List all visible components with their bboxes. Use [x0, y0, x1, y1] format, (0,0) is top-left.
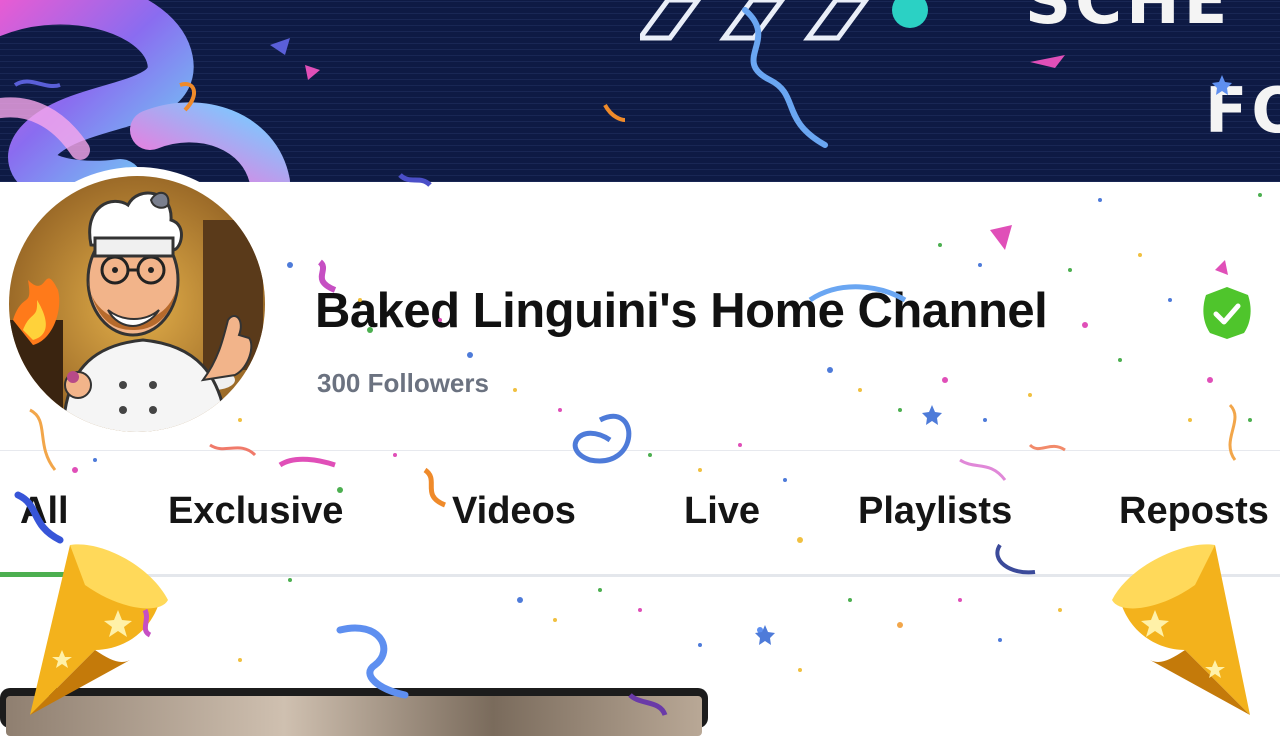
verified-check-icon: [1203, 287, 1251, 339]
party-hat-icon-right: [1112, 544, 1250, 715]
video-thumbnail[interactable]: [6, 696, 702, 736]
channel-name: Baked Linguini's Home Channel: [315, 284, 1048, 338]
banner-text-secondary: FO: [1205, 74, 1280, 147]
tabs-top-divider: [0, 450, 1280, 451]
channel-banner: SCHE FO: [0, 0, 1280, 182]
follower-count: 300 Followers: [317, 368, 489, 398]
tab-exclusive[interactable]: Exclusive: [168, 490, 343, 533]
banner-text: SCHE: [1025, 0, 1232, 39]
tab-reposts[interactable]: Reposts: [1119, 490, 1269, 533]
banner-swirl-art: [0, 0, 290, 182]
video-card[interactable]: [0, 688, 708, 736]
tab-all[interactable]: All: [20, 490, 69, 533]
active-tab-indicator: [0, 572, 70, 577]
tab-live[interactable]: Live: [684, 490, 760, 533]
channel-avatar[interactable]: [3, 170, 271, 438]
banner-stripes-art: [640, 0, 928, 41]
tabs-bottom-divider: [0, 574, 1280, 577]
tab-videos[interactable]: Videos: [452, 490, 576, 533]
tab-playlists[interactable]: Playlists: [858, 490, 1012, 533]
